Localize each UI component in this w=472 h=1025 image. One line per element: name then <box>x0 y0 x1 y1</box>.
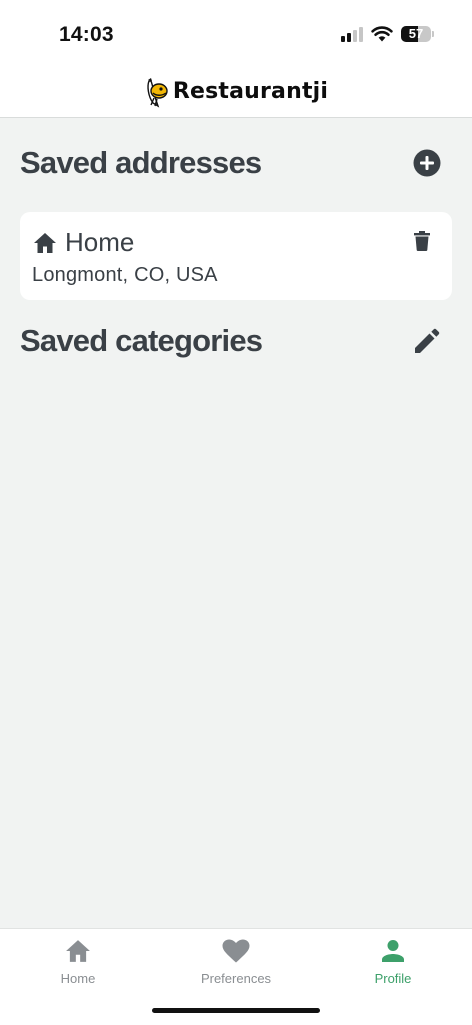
nav-tab-preferences[interactable]: Preferences <box>176 939 296 986</box>
address-name: Home <box>65 227 135 257</box>
delete-address-button[interactable] <box>410 228 434 254</box>
nav-tab-profile-label: Profile <box>374 971 412 986</box>
pencil-icon <box>415 328 440 353</box>
battery-cap <box>432 31 434 37</box>
address-location: Longmont, CO, USA <box>32 264 218 286</box>
status-time: 14:03 <box>59 23 114 46</box>
status-bar: 14:03 57 <box>0 0 472 68</box>
nav-tab-profile[interactable]: Profile <box>333 939 453 986</box>
heart-icon <box>222 939 250 963</box>
home-indicator[interactable] <box>152 1008 320 1013</box>
battery-icon: 57 <box>401 26 431 42</box>
app-logo: Restaurantji <box>144 76 328 108</box>
trash-icon <box>414 231 430 251</box>
nav-tab-preferences-label: Preferences <box>200 971 272 986</box>
address-name-row: Home <box>33 227 134 258</box>
person-icon <box>382 940 404 962</box>
brand-name: Restaurantji <box>172 79 329 104</box>
wifi-icon <box>371 26 393 42</box>
edit-categories-button[interactable] <box>412 326 442 356</box>
nav-tab-home[interactable]: Home <box>18 939 138 986</box>
cellular-signal-icon <box>341 26 363 42</box>
home-icon <box>34 232 56 253</box>
app-header: Restaurantji <box>0 68 472 118</box>
saved-categories-title: Saved categories <box>20 323 263 358</box>
battery-level: 57 <box>408 26 424 41</box>
add-circle-icon <box>413 149 441 177</box>
restaurantji-bird-logo-icon <box>147 77 168 108</box>
nav-tab-home-label: Home <box>60 971 96 986</box>
home-icon <box>66 940 90 962</box>
saved-addresses-title: Saved addresses <box>20 145 262 180</box>
address-card-home[interactable]: Home Longmont, CO, USA <box>20 212 452 300</box>
status-icons: 57 <box>341 26 434 42</box>
add-address-button[interactable] <box>412 148 442 178</box>
